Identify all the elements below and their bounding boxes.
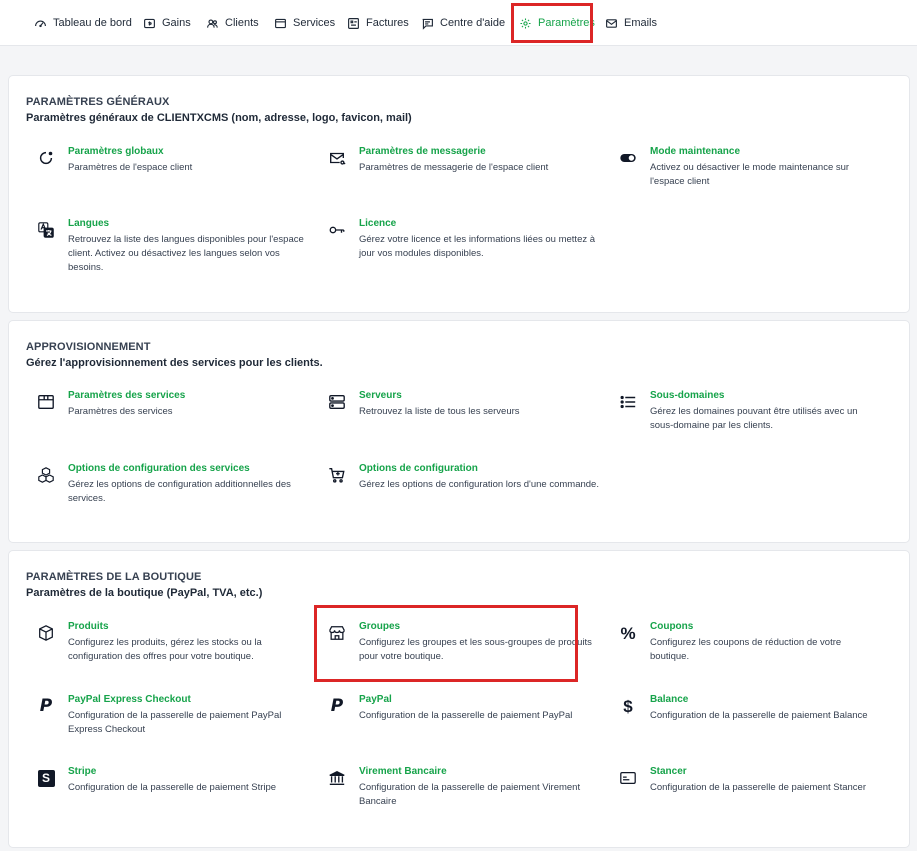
mail-icon	[606, 18, 617, 28]
item-desc: Gérez les options de configuration addit…	[68, 479, 291, 504]
section-approvisionnement: APPROVISIONNEMENT Gérez l'approvisionnem…	[8, 320, 910, 543]
mail-at-icon	[330, 152, 346, 165]
nav-label: Factures	[366, 17, 409, 29]
section-subtitle: Paramètres de la boutique (PayPal, TVA, …	[26, 587, 263, 599]
section-subtitle: Paramètres généraux de CLIENTXCMS (nom, …	[26, 112, 412, 124]
nav-label: Emails	[624, 17, 658, 29]
item-title: Options de configuration des services	[68, 463, 250, 474]
translate-icon	[38, 222, 54, 238]
section-title: PARAMÈTRES GÉNÉRAUX	[26, 96, 170, 108]
item-title: Serveurs	[359, 390, 402, 401]
gains-icon	[144, 18, 155, 28]
cube-icon	[39, 625, 53, 641]
item-desc: Configuration de la passerelle de paieme…	[650, 710, 868, 721]
box-icon	[275, 18, 286, 28]
invoice-icon	[348, 17, 359, 29]
item-desc: Retrouvez la liste des langues disponibl…	[68, 234, 304, 273]
item-desc: Configuration de la passerelle de paieme…	[68, 710, 282, 735]
item-desc: Configurez les coupons de réduction de v…	[650, 637, 842, 662]
nav-parametres[interactable]: Paramètres	[519, 0, 595, 46]
item-title: PayPal	[359, 694, 392, 705]
item-desc: Gérez les domaines pouvant être utilisés…	[650, 406, 858, 431]
section-general: PARAMÈTRES GÉNÉRAUX Paramètres généraux …	[8, 75, 910, 313]
item-desc: Retrouvez la liste de tous les serveurs	[359, 406, 520, 417]
item-desc: Paramètres de messagerie de l'espace cli…	[359, 162, 549, 173]
nav-clients[interactable]: Clients	[206, 0, 259, 46]
item-desc: Configuration de la passerelle de paieme…	[68, 782, 277, 793]
section-title: APPROVISIONNEMENT	[26, 341, 151, 353]
item-title: Stancer	[650, 766, 687, 777]
item-desc: Paramètres des services	[68, 406, 173, 417]
circle-dot-icon	[39, 151, 53, 165]
toggle-icon	[620, 153, 636, 163]
nav-label: Services	[293, 17, 336, 29]
item-title: Coupons	[650, 621, 694, 632]
dashboard-icon	[35, 20, 46, 27]
nav-factures[interactable]: Factures	[347, 0, 409, 46]
item-title: Paramètres globaux	[68, 146, 164, 157]
top-nav: Tableau de bord Gains Clients Services F…	[0, 0, 917, 46]
help-chat-icon	[422, 18, 433, 30]
item-title: Langues	[68, 218, 110, 229]
item-desc: Gérez les options de configuration lors …	[359, 479, 599, 490]
item-title: Paramètres des services	[68, 390, 186, 401]
gear-icon	[520, 17, 531, 29]
bank-icon	[329, 770, 345, 785]
cart-plus-icon	[329, 468, 345, 483]
item-desc: Paramètres de l'espace client	[68, 162, 193, 173]
nav-services[interactable]: Services	[274, 0, 335, 46]
section-boutique: PARAMÈTRES DE LA BOUTIQUE Paramètres de …	[8, 550, 910, 848]
key-icon	[329, 226, 345, 234]
list-icon	[620, 395, 636, 409]
nav-label: Centre d'aide	[440, 17, 506, 29]
percent-icon: %	[620, 623, 636, 643]
item-desc: Configurez les groupes et les sous-group…	[359, 637, 592, 662]
stripe-icon: S	[37, 769, 55, 787]
item-title: Balance	[650, 694, 689, 705]
item-title: Groupes	[359, 621, 401, 632]
paypal-icon: P	[39, 695, 53, 716]
shop-icon	[329, 626, 345, 640]
item-title: PayPal Express Checkout	[68, 694, 191, 705]
item-title: Licence	[359, 218, 397, 229]
item-desc: Activez ou désactiver le mode maintenanc…	[650, 162, 850, 187]
nav-label: Tableau de bord	[53, 17, 132, 29]
card-icon	[620, 771, 636, 785]
item-title: Options de configuration	[359, 463, 478, 474]
paypal-icon: P	[330, 695, 344, 716]
item-title: Paramètres de messagerie	[359, 146, 486, 157]
nav-tableau-de-bord[interactable]: Tableau de bord	[34, 0, 132, 46]
item-desc: Gérez votre licence et les informations …	[359, 234, 596, 259]
item-title: Produits	[68, 621, 109, 632]
item-desc: Configurez les produits, gérez les stock…	[68, 637, 262, 662]
nav-label: Gains	[162, 17, 191, 29]
item-desc: Configuration de la passerelle de paieme…	[359, 782, 581, 807]
server-icon	[329, 395, 345, 409]
boxes-icon	[38, 467, 54, 483]
item-desc: Configuration de la passerelle de paieme…	[650, 782, 866, 793]
nav-gains[interactable]: Gains	[143, 0, 191, 46]
nav-label: Clients	[225, 17, 259, 29]
box-icon	[38, 395, 54, 409]
users-icon	[207, 18, 218, 28]
nav-label: Paramètres	[538, 17, 595, 29]
section-subtitle: Gérez l'approvisionnement des services p…	[26, 357, 323, 369]
item-title: Mode maintenance	[650, 146, 741, 157]
item-desc: Configuration de la passerelle de paieme…	[359, 710, 573, 721]
item-title: Sous-domaines	[650, 390, 725, 401]
section-title: PARAMÈTRES DE LA BOUTIQUE	[26, 571, 202, 583]
item-title: Stripe	[68, 766, 97, 777]
item-title: Virement Bancaire	[359, 766, 447, 777]
nav-centre-d-aide[interactable]: Centre d'aide	[421, 0, 505, 46]
dollar-icon: $	[623, 696, 633, 716]
nav-emails[interactable]: Emails	[605, 0, 657, 46]
